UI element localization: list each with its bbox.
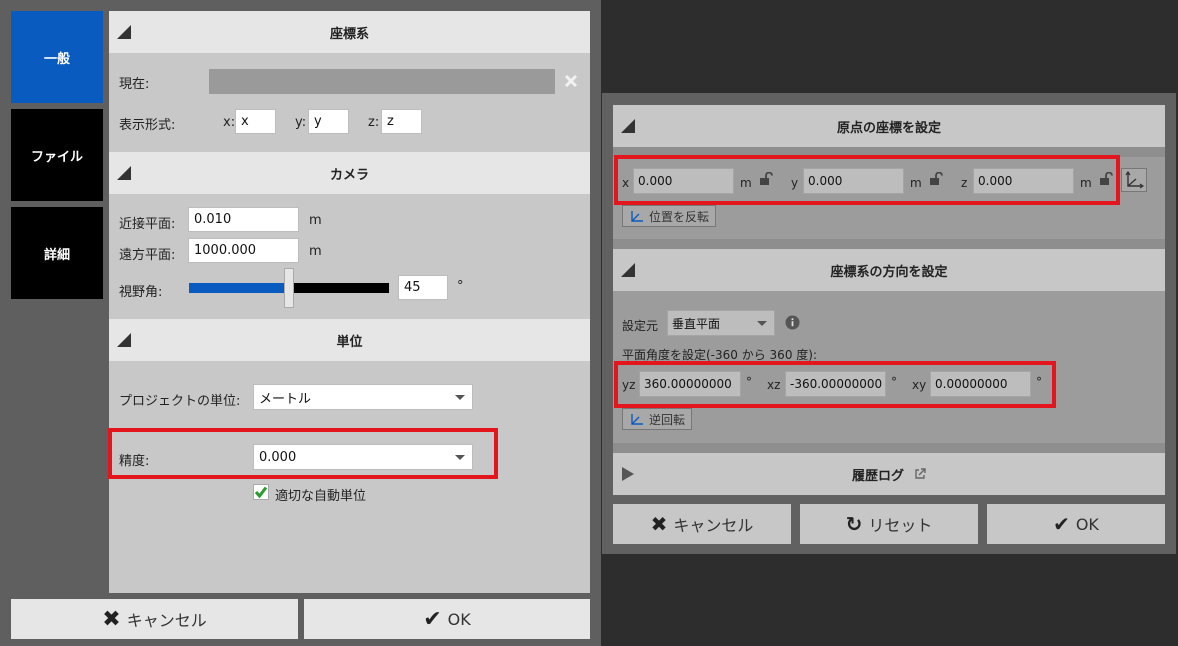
preferences-dialog: 一般 ファイル 詳細 座標系 現在: 表示形式: x: x y: y z: z …: [0, 0, 601, 646]
orientation-header[interactable]: 座標系の方向を設定: [613, 249, 1165, 291]
sidebar-item-general[interactable]: 一般: [11, 11, 103, 103]
camera-header[interactable]: カメラ: [109, 152, 590, 194]
section-title: 原点の座標を設定: [836, 120, 941, 136]
reset-icon: ↻: [845, 512, 863, 536]
near-plane-input[interactable]: 0.010: [188, 207, 299, 232]
camera-body: 近接平面: 0.010 m 遠方平面: 1000.000 m 視野角: 45 °: [109, 194, 590, 318]
unit-label: m: [309, 244, 322, 259]
close-icon[interactable]: [564, 74, 578, 88]
fov-slider-fill: [189, 283, 284, 293]
button-label: OK: [1075, 514, 1099, 534]
ok-button[interactable]: ✔ OK: [304, 599, 590, 639]
coordinate-setup-dialog: 原点の座標を設定 x 0.000 m y 0.000 m z 0.000 m 位…: [602, 93, 1176, 554]
reset-button[interactable]: ↻ リセット: [800, 504, 978, 544]
button-label: 逆回転: [649, 412, 686, 427]
section-title: カメラ: [329, 167, 369, 183]
highlight-precision: [108, 428, 498, 479]
coordinate-system-body: 現在: 表示形式: x: x y: y z: z: [109, 53, 590, 151]
check-icon: ✔: [1053, 512, 1070, 536]
degree-label: °: [457, 279, 464, 294]
auto-unit-label: 適切な自動単位: [275, 489, 367, 504]
unit-label: m: [309, 213, 322, 228]
rotate-icon: [631, 414, 643, 425]
button-label: リセット: [868, 516, 933, 535]
collapse-triangle-icon: [117, 333, 131, 347]
chevron-down-icon: [757, 321, 767, 326]
fov-slider-handle[interactable]: [284, 268, 294, 308]
section-title: 単位: [336, 334, 363, 350]
expand-triangle-icon: [622, 467, 634, 481]
source-select[interactable]: 垂直平面: [667, 310, 775, 336]
flip-position-button[interactable]: 位置を反転: [622, 205, 717, 227]
project-unit-label: プロジェクトの単位:: [119, 394, 241, 409]
y-format-input[interactable]: y: [308, 109, 349, 134]
info-icon[interactable]: [785, 315, 800, 330]
highlight-origin: [614, 155, 1120, 205]
history-log-header[interactable]: 履歴ログ: [613, 453, 1165, 495]
button-label: OK: [447, 609, 471, 629]
button-label: 位置を反転: [649, 209, 710, 224]
current-label: 現在:: [119, 77, 150, 92]
origin-header[interactable]: 原点の座標を設定: [613, 105, 1165, 147]
reverse-rotation-button[interactable]: 逆回転: [622, 408, 693, 430]
units-header[interactable]: 単位: [109, 319, 590, 361]
coordinate-system-header[interactable]: 座標系: [109, 11, 590, 53]
checkmark-icon: [254, 486, 268, 499]
fov-slider-track[interactable]: [189, 268, 389, 308]
button-label: キャンセル: [126, 611, 207, 630]
y-label: y:: [295, 115, 307, 130]
close-icon: ✖: [650, 512, 668, 536]
far-plane-label: 遠方平面:: [119, 248, 176, 263]
collapse-triangle-icon: [621, 119, 635, 133]
axes-icon: [1125, 170, 1145, 189]
sidebar-item-details[interactable]: 詳細: [11, 207, 103, 299]
ok-button[interactable]: ✔ OK: [987, 504, 1165, 544]
z-format-input[interactable]: z: [381, 109, 422, 134]
display-format-label: 表示形式:: [119, 118, 176, 133]
flip-icon: [631, 211, 643, 222]
divider: [613, 443, 1165, 453]
button-label: キャンセル: [673, 516, 754, 535]
auto-unit-checkbox[interactable]: [253, 484, 269, 500]
section-title: 座標系の方向を設定: [830, 264, 948, 280]
sidebar-item-label: 一般: [43, 51, 70, 67]
close-icon: ✖: [102, 606, 121, 632]
highlight-angles: [614, 361, 1056, 408]
section-title: 履歴ログ: [851, 468, 904, 484]
fov-input[interactable]: 45: [398, 275, 448, 300]
collapse-triangle-icon: [621, 263, 635, 277]
settings-panel: 座標系 現在: 表示形式: x: x y: y z: z カメラ 近接平面: 0…: [109, 11, 590, 593]
fov-label: 視野角:: [119, 285, 163, 300]
x-format-input[interactable]: x: [235, 109, 276, 134]
collapse-triangle-icon: [117, 166, 131, 180]
far-plane-input[interactable]: 1000.000: [188, 238, 299, 263]
chevron-down-icon: [455, 395, 465, 400]
pick-origin-button[interactable]: [1121, 168, 1147, 192]
project-unit-select[interactable]: メートル: [253, 384, 473, 410]
current-coordinate-field[interactable]: [209, 69, 555, 94]
external-link-icon[interactable]: [914, 468, 926, 480]
source-label: 設定元: [622, 319, 659, 333]
select-value: メートル: [259, 391, 312, 407]
z-label: z:: [368, 115, 380, 130]
sidebar-item-file[interactable]: ファイル: [11, 109, 103, 201]
near-plane-label: 近接平面:: [119, 217, 176, 232]
cancel-button[interactable]: ✖ キャンセル: [11, 599, 298, 639]
select-value: 垂直平面: [672, 316, 721, 331]
section-title: 座標系: [329, 26, 369, 42]
divider: [613, 239, 1165, 249]
collapse-triangle-icon: [117, 25, 131, 39]
sidebar-item-label: ファイル: [30, 149, 83, 165]
x-label: x:: [223, 115, 236, 130]
sidebar-item-label: 詳細: [43, 247, 70, 263]
check-icon: ✔: [423, 606, 442, 632]
cancel-button[interactable]: ✖ キャンセル: [613, 504, 791, 544]
